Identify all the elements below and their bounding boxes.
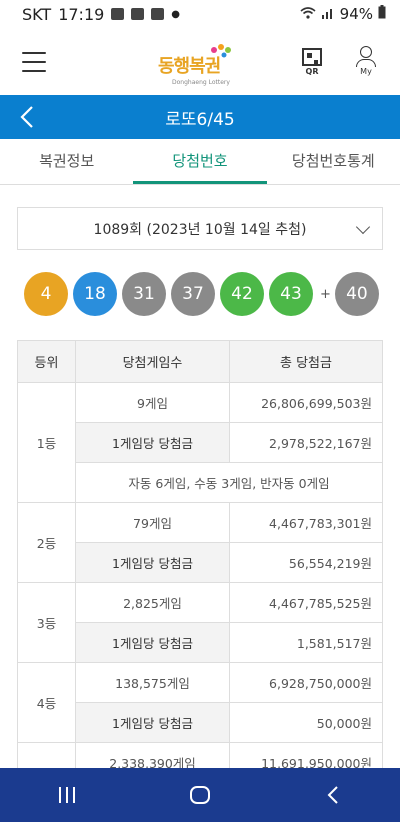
- system-nav-bar: [0, 768, 400, 822]
- per-game-cell: 1,581,517원: [229, 622, 383, 663]
- rank-cell: 2등: [17, 502, 76, 583]
- carrier-label: SKT: [22, 4, 52, 24]
- games-cell: 9게임: [75, 382, 230, 423]
- games-cell: 138,575게임: [75, 662, 230, 703]
- qr-button[interactable]: QR: [298, 48, 326, 78]
- recent-apps-icon[interactable]: [37, 768, 97, 822]
- qr-icon: [302, 48, 322, 66]
- games-cell: 2,825게임: [75, 582, 230, 623]
- logo-subtitle: Donghaeng Lottery: [172, 79, 230, 86]
- home-icon[interactable]: [170, 768, 230, 822]
- number-ball: 42: [220, 272, 264, 316]
- title-bar: 로또6/45: [0, 95, 400, 139]
- per-game-cell: 50,000원: [229, 702, 383, 743]
- table-row: 1등 9게임 26,806,699,503원: [17, 382, 383, 503]
- back-icon[interactable]: [303, 768, 363, 822]
- per-game-label: 1게임당 당첨금: [75, 422, 230, 463]
- hamburger-menu-icon[interactable]: [22, 52, 46, 72]
- total-cell: 4,467,785,525원: [229, 582, 383, 623]
- per-game-label: 1게임당 당첨금: [75, 542, 230, 583]
- back-arrow-icon[interactable]: [18, 105, 38, 129]
- won-notification-icon: [151, 8, 165, 20]
- my-page-button[interactable]: My: [354, 46, 378, 80]
- per-game-cell: 2,978,522,167원: [229, 422, 383, 463]
- method-note: 자동 6게임, 수동 3게임, 반자동 0게임: [75, 462, 383, 503]
- result-table: 등위 당첨게임수 총 당첨금 1등 9게임 26,806,699,503원 1게…: [17, 340, 383, 768]
- per-game-cell: 56,554,219원: [229, 542, 383, 583]
- app-header: 동행복권 Donghaeng Lottery QR My: [0, 28, 400, 95]
- total-cell: 4,467,783,301원: [229, 502, 383, 543]
- total-cell: 26,806,699,503원: [229, 382, 383, 423]
- round-select[interactable]: 1089회 (2023년 10월 14일 추첨): [17, 207, 383, 250]
- per-game-label: 1게임당 당첨금: [75, 622, 230, 663]
- gallery-icon: [111, 8, 125, 20]
- table-row: 3등 2,825게임 4,467,785,525원: [17, 582, 383, 663]
- number-ball: 31: [122, 272, 166, 316]
- signal-icon: [321, 5, 335, 23]
- wifi-icon: [300, 5, 316, 23]
- table-header-row: 등위 당첨게임수 총 당첨금: [17, 340, 383, 383]
- total-cell: 11,691,950,000원: [229, 742, 383, 768]
- number-ball: 37: [171, 272, 215, 316]
- plus-sign: +: [320, 286, 331, 302]
- clock: 17:19: [58, 4, 105, 24]
- rank-cell: [17, 742, 76, 768]
- header-rank: 등위: [17, 340, 76, 383]
- app-notification-icon: [131, 8, 145, 20]
- number-ball: 43: [269, 272, 313, 316]
- tab-winning-numbers[interactable]: 당첨번호: [133, 139, 267, 184]
- rank-cell: 3등: [17, 582, 76, 663]
- table-row: 2,338,390게임 11,691,950,000원: [17, 742, 383, 768]
- header-games: 당첨게임수: [75, 340, 230, 383]
- tab-winning-stats[interactable]: 당첨번호통계: [267, 139, 400, 184]
- donghaeng-logo[interactable]: 동행복권 Donghaeng Lottery: [158, 42, 244, 86]
- number-ball: 4: [24, 272, 68, 316]
- logo-text: 동행복권: [158, 56, 221, 77]
- user-icon: [360, 46, 372, 58]
- header-total: 총 당첨금: [229, 340, 383, 383]
- page-title: 로또6/45: [165, 109, 235, 130]
- table-row: 2등 79게임 4,467,783,301원: [17, 502, 383, 583]
- games-cell: 2,338,390게임: [75, 742, 230, 768]
- qr-label: QR: [305, 67, 319, 76]
- battery-icon: [378, 5, 386, 23]
- tab-lottery-info[interactable]: 복권정보: [0, 139, 133, 184]
- winning-numbers: 4 18 31 37 42 43 + 40: [24, 271, 384, 317]
- table-row: 4등 138,575게임 6,928,750,000원: [17, 662, 383, 743]
- per-game-label: 1게임당 당첨금: [75, 702, 230, 743]
- battery-level: 94%: [339, 5, 373, 23]
- number-ball: 18: [73, 272, 117, 316]
- bonus-ball: 40: [334, 272, 379, 316]
- round-select-value: 1089회 (2023년 10월 14일 추첨): [93, 221, 307, 238]
- chevron-down-icon: [355, 219, 371, 235]
- total-cell: 6,928,750,000원: [229, 662, 383, 703]
- rank-cell: 1등: [17, 382, 76, 503]
- rank-cell: 4등: [17, 662, 76, 743]
- more-notifications-icon: ●: [171, 8, 181, 20]
- games-cell: 79게임: [75, 502, 230, 543]
- status-bar: SKT 17:19 ● 94%: [0, 0, 400, 28]
- tab-bar: 복권정보 당첨번호 당첨번호통계: [0, 139, 400, 185]
- result-table-container: 등위 당첨게임수 총 당첨금 1등 9게임 26,806,699,503원 1게…: [0, 340, 400, 768]
- my-label: My: [360, 67, 372, 76]
